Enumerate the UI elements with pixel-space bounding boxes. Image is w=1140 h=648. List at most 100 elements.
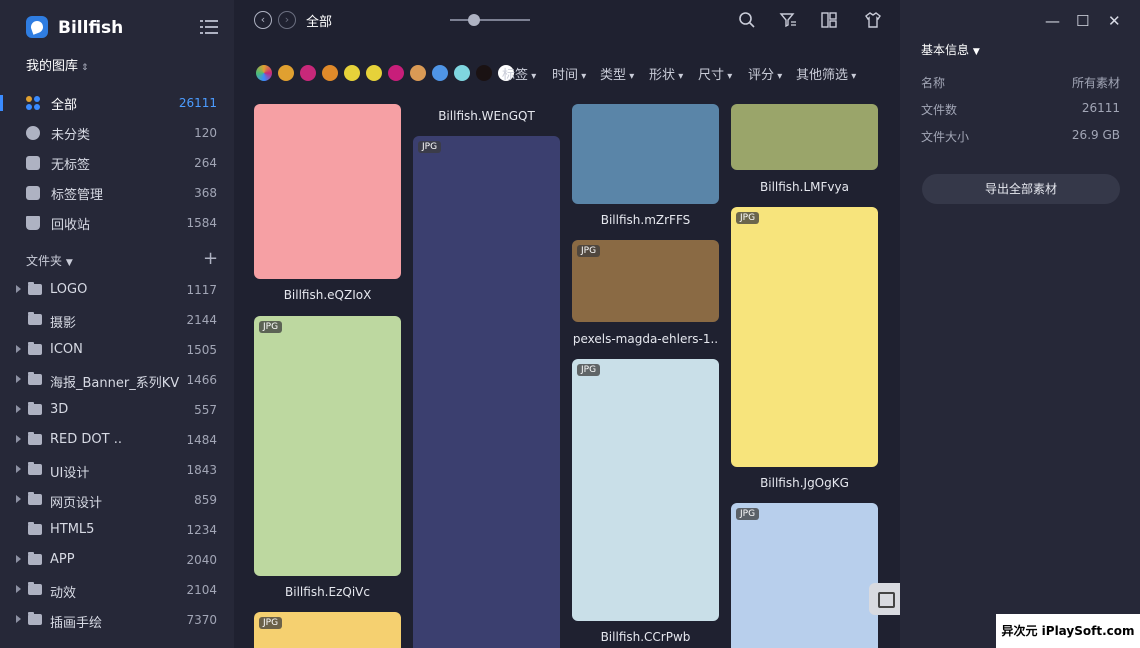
shirt-icon[interactable] [864,11,882,29]
filter-dropdown[interactable]: 其他筛选 [796,64,856,83]
asset-name[interactable]: Billfish.JgOgKG [731,476,878,490]
folder-item[interactable]: UI设计 1843 [0,455,234,485]
color-filter-dot[interactable] [322,65,338,81]
folder-list: LOGO 1117 摄影 2144 ICON 1505 海报_Banner_系列KV 1466… [0,275,234,635]
color-filter-dot[interactable] [366,65,382,81]
folder-item[interactable]: 网页设计 859 [0,485,234,515]
asset-thumbnail[interactable] [731,104,878,170]
nav-item-all[interactable]: 全部 26111 [0,88,234,118]
zoom-slider[interactable] [450,14,530,26]
color-filter-dot[interactable] [432,65,448,81]
info-row-size: 文件大小 26.9 GB [921,128,1120,145]
expand-arrow-icon[interactable] [16,405,21,413]
asset-thumbnail[interactable] [572,104,719,204]
asset-thumbnail[interactable] [254,104,401,279]
color-wheel-icon[interactable] [256,65,272,81]
folder-icon [28,402,42,415]
expand-arrow-icon[interactable] [16,345,21,353]
nav-item-uncategorized[interactable]: 未分类 120 [0,118,234,148]
color-filter-dot[interactable] [300,65,316,81]
color-filter-dot[interactable] [476,65,492,81]
filter-dropdown[interactable]: 类型 [600,64,634,83]
menu-icon[interactable] [200,20,218,34]
minimize-icon[interactable]: — [1045,12,1060,30]
add-folder-icon[interactable]: + [203,248,218,269]
close-icon[interactable]: ✕ [1108,12,1121,30]
slider-handle[interactable] [468,14,480,26]
asset-name[interactable]: Billfish.EzQiVc [254,585,401,599]
layout-icon[interactable] [820,11,838,29]
nav-item-untagged[interactable]: 无标签 264 [0,148,234,178]
library-switcher[interactable]: 我的图库 ⇕ [26,55,89,74]
expand-arrow-icon[interactable] [16,615,21,623]
color-filter-dot[interactable] [388,65,404,81]
asset-name[interactable]: pexels-magda-ehlers-1.. [572,332,719,346]
maximize-icon[interactable]: ☐ [1076,12,1089,30]
filter-icon[interactable] [779,11,797,29]
filter-dropdown[interactable]: 时间 [552,64,586,83]
folder-item[interactable]: ICON 1505 [0,335,234,365]
folder-item[interactable]: 摄影 2144 [0,305,234,335]
asset-name[interactable]: Billfish.CCrPwb [572,630,719,644]
color-filter-dot[interactable] [278,65,294,81]
expand-arrow-icon[interactable] [16,435,21,443]
color-filter-dot[interactable] [410,65,426,81]
nav-item-tag-manager[interactable]: 标签管理 368 [0,178,234,208]
library-label: 我的图库 [26,59,79,74]
nav-count: 26111 [178,96,217,110]
expand-arrow-icon[interactable] [16,495,21,503]
folder-item[interactable]: 海报_Banner_系列KV 1466 [0,365,234,395]
info-title[interactable]: 基本信息 ▼ [921,41,980,58]
asset-thumbnail[interactable]: JPG [731,503,878,648]
asset-thumbnail[interactable]: JPG [572,359,719,621]
expand-arrow-icon[interactable] [16,555,21,563]
filter-dropdown[interactable]: 尺寸 [698,64,732,83]
asset-thumbnail[interactable]: JPG [731,207,878,467]
folder-item[interactable]: 3D 557 [0,395,234,425]
nav-label: 回收站 [51,217,91,233]
asset-thumbnail[interactable]: JPG [254,316,401,576]
asset-name[interactable]: Billfish.WEnGQT [413,109,560,123]
chevron-down-icon: ▼ [972,47,980,57]
filter-dropdown[interactable]: 标签 [502,64,536,83]
asset-thumbnail[interactable]: JPG [254,612,401,648]
info-label: 名称 [921,76,946,90]
asset-name[interactable]: Billfish.mZrFFS [572,213,719,227]
folder-icon [28,342,42,355]
chevron-left-icon[interactable]: ‹ [254,11,272,29]
nav-item-trash[interactable]: 回收站 1584 [0,208,234,238]
asset-name[interactable]: Billfish.eQZIoX [254,288,401,302]
expand-arrow-icon[interactable] [16,465,21,473]
billfish-logo-icon [26,16,48,38]
nav-list: 全部 26111 未分类 120 无标签 264 标签管理 368 回收站 15… [0,88,234,238]
filter-bar: 标签时间类型形状尺寸评分其他筛选 [234,62,900,86]
folder-item[interactable]: LOGO 1117 [0,275,234,305]
color-filter-dot[interactable] [454,65,470,81]
folder-item[interactable]: 动效 2104 [0,575,234,605]
asset-name[interactable]: Billfish.LMFvya [731,180,878,194]
folder-item[interactable]: 插画手绘 7370 [0,605,234,635]
folder-label: ICON [50,342,83,357]
filter-dropdown[interactable]: 评分 [748,64,782,83]
expand-arrow-icon[interactable] [16,285,21,293]
search-icon[interactable] [738,11,756,29]
folder-count: 1484 [186,433,217,447]
folder-item[interactable]: APP 2040 [0,545,234,575]
folder-icon [28,612,42,625]
export-all-button[interactable]: 导出全部素材 [922,174,1120,204]
filter-dropdown[interactable]: 形状 [649,64,683,83]
folder-item[interactable]: RED DOT .. 1484 [0,425,234,455]
expand-arrow-icon[interactable] [16,585,21,593]
chevron-right-icon[interactable]: › [278,11,296,29]
folders-header[interactable]: 文件夹 ▼ [26,252,73,269]
import-icon[interactable] [869,583,901,615]
expand-arrow-icon[interactable] [16,375,21,383]
color-filter-dot[interactable] [344,65,360,81]
folder-icon [28,522,42,535]
asset-thumbnail[interactable]: JPG [572,240,719,322]
folder-label: 摄影 [50,316,77,331]
folder-item[interactable]: HTML5 1234 [0,515,234,545]
folder-label: APP [50,552,75,567]
asset-thumbnail[interactable]: JPG [413,136,560,648]
folder-count: 557 [194,403,217,417]
